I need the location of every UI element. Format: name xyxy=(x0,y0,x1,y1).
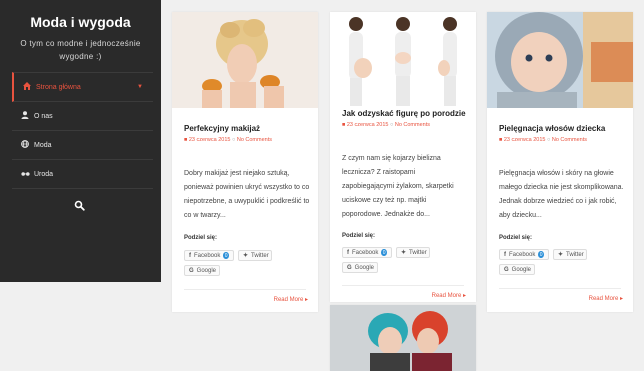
post-card xyxy=(330,305,476,371)
post-comments-link[interactable]: No Comments xyxy=(237,137,272,143)
twitter-share-button[interactable]: ✦ Twitter xyxy=(396,247,430,258)
menu-item-fashion[interactable]: Moda xyxy=(12,131,153,160)
chevron-right-icon: ▸ xyxy=(619,296,623,302)
share-label: Podziel się: xyxy=(184,235,218,241)
twitter-icon: ✦ xyxy=(243,253,249,259)
google-share-button[interactable]: G Google xyxy=(184,265,220,276)
card-divider xyxy=(499,288,621,289)
card-divider xyxy=(342,285,464,286)
menu-item-label: Strona główna xyxy=(36,83,81,91)
home-icon xyxy=(22,82,32,92)
menu-item-home[interactable]: Strona główna ▼ xyxy=(12,72,153,102)
twitter-icon: ✦ xyxy=(558,252,564,258)
google-icon: G xyxy=(189,267,194,274)
google-share-button[interactable]: G Google xyxy=(499,264,535,275)
post-title[interactable]: Pielęgnacja włosów dziecka xyxy=(499,124,627,133)
menu-item-label: Moda xyxy=(34,141,52,149)
twitter-share-button[interactable]: ✦ Twitter xyxy=(553,249,587,260)
post-date[interactable]: 23 czerwca 2015 xyxy=(189,137,231,143)
post-thumbnail-baby[interactable] xyxy=(487,12,633,108)
share-label: Podziel się: xyxy=(499,235,533,241)
main-menu: Strona główna ▼ O nas Moda Uroda xyxy=(12,72,153,189)
facebook-share-button[interactable]: f Facebook 0 xyxy=(184,250,234,261)
site-title[interactable]: Moda i wygoda xyxy=(0,14,161,30)
read-more-link[interactable]: Read More ▸ xyxy=(274,296,308,303)
post-excerpt: Z czym nam się kojarzy bielizna lecznicz… xyxy=(342,155,454,218)
post-title[interactable]: Jak odzyskać figurę po porodzie xyxy=(342,109,470,118)
google-icon: G xyxy=(504,266,509,273)
user-icon xyxy=(20,111,30,121)
post-date[interactable]: 23 czerwca 2015 xyxy=(347,122,389,128)
twitter-share-button[interactable]: ✦ Twitter xyxy=(238,250,272,261)
post-comments-link[interactable]: No Comments xyxy=(552,137,587,143)
post-card: Perfekcyjny makijaż ■ 23 czerwca 2015 ○ … xyxy=(172,12,318,312)
post-card: Pielęgnacja włosów dziecka ■ 23 czerwca … xyxy=(487,12,633,312)
globe-icon xyxy=(20,140,30,150)
post-card: Jak odzyskać figurę po porodzie ■ 23 cze… xyxy=(330,12,476,302)
facebook-share-count: 0 xyxy=(223,252,229,259)
post-thumbnail-pregnancy[interactable] xyxy=(330,12,476,108)
facebook-icon: f xyxy=(347,249,349,256)
post-meta: ■ 23 czerwca 2015 ○ No Comments xyxy=(342,122,430,128)
share-label: Podziel się: xyxy=(342,233,376,239)
chevron-right-icon: ▸ xyxy=(462,293,466,299)
post-thumbnail-makeup[interactable] xyxy=(172,12,318,108)
post-meta: ■ 23 czerwca 2015 ○ No Comments xyxy=(499,137,587,143)
post-title[interactable]: Perfekcyjny makijaż xyxy=(184,124,312,133)
post-date[interactable]: 23 czerwca 2015 xyxy=(504,137,546,143)
calendar-icon: ■ xyxy=(499,137,503,143)
sidebar: Moda i wygoda O tym co modne i jednocześ… xyxy=(0,0,161,282)
menu-item-label: Uroda xyxy=(34,170,54,178)
post-meta: ■ 23 czerwca 2015 ○ No Comments xyxy=(184,137,272,143)
calendar-icon: ■ xyxy=(184,137,188,143)
comment-icon: ○ xyxy=(389,122,394,128)
facebook-icon: f xyxy=(504,251,506,258)
post-comments-link[interactable]: No Comments xyxy=(395,122,430,128)
chevron-right-icon: ▸ xyxy=(304,297,308,303)
menu-item-label: O nas xyxy=(34,112,53,120)
calendar-icon: ■ xyxy=(342,122,346,128)
chevron-down-icon[interactable]: ▼ xyxy=(137,84,143,90)
card-divider xyxy=(184,289,306,290)
site-description: O tym co modne i jednocześnie wygodne :) xyxy=(20,39,141,61)
facebook-share-count: 0 xyxy=(381,249,387,256)
menu-item-about[interactable]: O nas xyxy=(12,102,153,131)
facebook-share-button[interactable]: f Facebook 0 xyxy=(499,249,549,260)
post-thumbnail-hair-color[interactable] xyxy=(330,305,476,371)
facebook-icon: f xyxy=(189,252,191,259)
facebook-share-button[interactable]: f Facebook 0 xyxy=(342,247,392,258)
google-share-button[interactable]: G Google xyxy=(342,262,378,273)
glasses-icon xyxy=(20,170,30,179)
comment-icon: ○ xyxy=(546,137,551,143)
post-excerpt: Dobry makijaż jest niejako sztuką, ponie… xyxy=(184,170,310,219)
read-more-link[interactable]: Read More ▸ xyxy=(589,295,623,302)
facebook-share-count: 0 xyxy=(538,251,544,258)
menu-item-beauty[interactable]: Uroda xyxy=(12,160,153,189)
google-icon: G xyxy=(347,264,352,271)
post-excerpt: Pielęgnacja włosów i skóry na głowie mał… xyxy=(499,170,624,219)
comment-icon: ○ xyxy=(231,137,236,143)
read-more-link[interactable]: Read More ▸ xyxy=(432,292,466,299)
twitter-icon: ✦ xyxy=(401,250,407,256)
search-icon[interactable] xyxy=(74,198,85,211)
